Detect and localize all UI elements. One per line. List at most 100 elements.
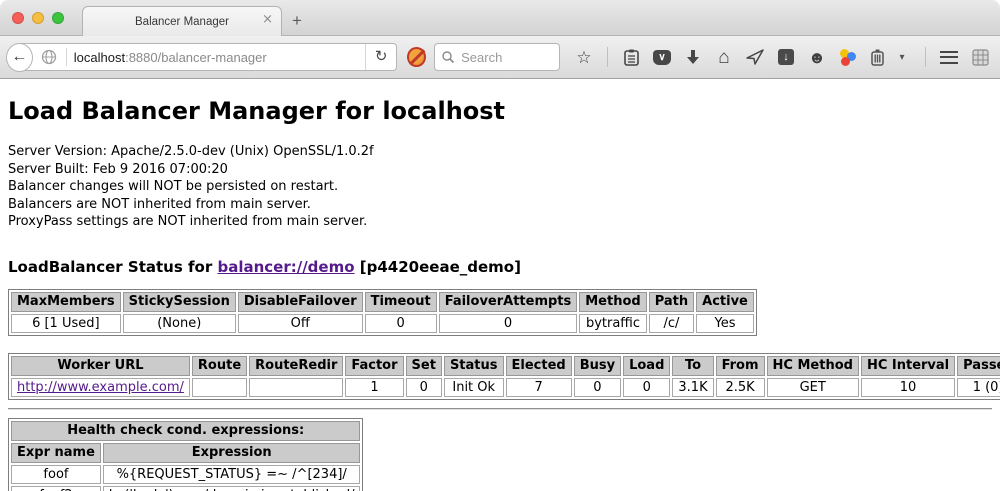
cell-to: 3.1K <box>672 378 713 397</box>
col-timeout: Timeout <box>365 292 437 312</box>
close-window-button[interactable] <box>12 12 24 24</box>
inherit-notice-line: Balancers are NOT inherited from main se… <box>8 196 992 214</box>
navigation-toolbar: ← localhost:8880/balancer-manager ↻ ☆ <box>0 36 1000 79</box>
col-expr-name: Expr name <box>11 443 101 463</box>
cell-failoverattempts: 0 <box>439 314 578 333</box>
page-content: Load Balancer Manager for localhost Serv… <box>0 79 1000 491</box>
cell-from: 2.5K <box>716 378 765 397</box>
cell-expression: hc('body') =~ /domain is established/ <box>103 486 361 491</box>
balancer-settings-table: MaxMembers StickySession DisableFailover… <box>8 289 757 336</box>
col-busy: Busy <box>574 356 621 376</box>
chevron-down-icon[interactable]: ▾ <box>892 47 912 67</box>
tab-bar: Balancer Manager × + <box>0 0 1000 36</box>
tab-close-icon[interactable]: × <box>262 13 273 26</box>
url-bar[interactable]: localhost:8880/balancer-manager ↻ <box>18 43 398 71</box>
tab-title: Balancer Manager <box>135 16 229 28</box>
cell-busy: 0 <box>574 378 621 397</box>
new-tab-button[interactable]: + <box>292 11 302 31</box>
balancer-status-prefix: LoadBalancer Status for <box>8 258 217 276</box>
urlbar-separator <box>66 48 67 66</box>
toolbar-separator <box>607 47 608 67</box>
balancer-status-suffix: [p4420eeae_demo] <box>355 258 521 276</box>
download-helper-icon[interactable]: ↓ <box>776 47 796 67</box>
hc-table-title: Health check cond. expressions: <box>11 421 360 441</box>
chat-smiley-icon[interactable]: ☻ <box>807 47 827 67</box>
cell-status: Init Ok <box>444 378 504 397</box>
col-maxmembers: MaxMembers <box>11 292 121 312</box>
cell-expression: %{REQUEST_STATUS} =~ /^[234]/ <box>103 465 361 484</box>
reload-icon[interactable]: ↻ <box>365 44 397 70</box>
table-header-row: MaxMembers StickySession DisableFailover… <box>11 292 754 312</box>
col-from: From <box>716 356 765 376</box>
url-host: localhost <box>74 50 125 65</box>
search-bar[interactable] <box>434 43 560 71</box>
globe-icon <box>41 49 57 65</box>
worker-status-table: Worker URL Route RouteRedir Factor Set S… <box>8 353 1000 400</box>
balancer-status-heading: LoadBalancer Status for balancer://demo … <box>8 258 992 276</box>
browser-window: Balancer Manager × + ← localhost:8880/ba… <box>0 0 1000 491</box>
url-path: :8880/balancer-manager <box>125 50 267 65</box>
cell-worker-url: http://www.example.com/ <box>11 378 190 397</box>
cell-elected: 7 <box>506 378 572 397</box>
tab-balancer-manager[interactable]: Balancer Manager × <box>82 6 282 36</box>
balancer-demo-link[interactable]: balancer://demo <box>217 258 354 276</box>
flashblock-icon[interactable] <box>407 47 426 67</box>
server-info: Server Version: Apache/2.5.0-dev (Unix) … <box>8 143 992 231</box>
search-icon <box>441 50 455 64</box>
col-path: Path <box>649 292 694 312</box>
reading-list-icon[interactable] <box>621 47 641 67</box>
share-icon[interactable] <box>745 47 765 67</box>
home-icon[interactable]: ⌂ <box>714 47 734 67</box>
cell-set: 0 <box>406 378 442 397</box>
col-elected: Elected <box>506 356 572 376</box>
cell-disablefailover: Off <box>238 314 363 333</box>
battery-extension-icon[interactable] <box>867 47 887 67</box>
colored-dots-extension-icon[interactable] <box>838 49 856 66</box>
section-divider <box>8 408 992 410</box>
table-row: foof %{REQUEST_STATUS} =~ /^[234]/ <box>11 465 360 484</box>
proxypass-notice-line: ProxyPass settings are NOT inherited fro… <box>8 213 992 231</box>
pocket-icon[interactable]: ∨ <box>652 47 672 67</box>
cell-method: bytraffic <box>579 314 646 333</box>
menu-icon[interactable] <box>939 47 959 67</box>
cell-expr-name: foof2 <box>11 486 101 491</box>
table-row: http://www.example.com/ 1 0 Init Ok 7 0 … <box>11 378 1000 397</box>
zoom-window-button[interactable] <box>52 12 64 24</box>
col-route: Route <box>192 356 247 376</box>
cell-path: /c/ <box>649 314 694 333</box>
url-text: localhost:8880/balancer-manager <box>74 50 365 65</box>
col-hc-method: HC Method <box>767 356 859 376</box>
table-title-row: Health check cond. expressions: <box>11 421 360 441</box>
cell-route <box>192 378 247 397</box>
col-expression: Expression <box>103 443 361 463</box>
table-row: 6 [1 Used] (None) Off 0 0 bytraffic /c/ … <box>11 314 754 333</box>
col-factor: Factor <box>345 356 403 376</box>
col-passes: Passes <box>957 356 1000 376</box>
col-load: Load <box>623 356 670 376</box>
cell-factor: 1 <box>345 378 403 397</box>
cell-passes: 1 (0) <box>957 378 1000 397</box>
server-version-line: Server Version: Apache/2.5.0-dev (Unix) … <box>8 143 992 161</box>
table-row: foof2 hc('body') =~ /domain is establish… <box>11 486 360 491</box>
panel-grid-icon[interactable] <box>970 47 990 67</box>
minimize-window-button[interactable] <box>32 12 44 24</box>
back-button[interactable]: ← <box>6 43 33 72</box>
worker-url-link[interactable]: http://www.example.com/ <box>17 380 184 395</box>
col-hc-interval: HC Interval <box>861 356 955 376</box>
col-disablefailover: DisableFailover <box>238 292 363 312</box>
col-routeredir: RouteRedir <box>249 356 343 376</box>
col-set: Set <box>406 356 442 376</box>
table-header-row: Expr name Expression <box>11 443 360 463</box>
search-input[interactable] <box>459 49 553 66</box>
cell-hc-interval: 10 <box>861 378 955 397</box>
cell-routeredir <box>249 378 343 397</box>
toolbar-separator <box>925 47 926 67</box>
cell-maxmembers: 6 [1 Used] <box>11 314 121 333</box>
table-header-row: Worker URL Route RouteRedir Factor Set S… <box>11 356 1000 376</box>
server-built-line: Server Built: Feb 9 2016 07:00:20 <box>8 161 992 179</box>
cell-hc-method: GET <box>767 378 859 397</box>
bookmark-star-icon[interactable]: ☆ <box>574 47 594 67</box>
col-status: Status <box>444 356 504 376</box>
downloads-icon[interactable] <box>683 47 703 67</box>
window-controls <box>12 12 64 24</box>
